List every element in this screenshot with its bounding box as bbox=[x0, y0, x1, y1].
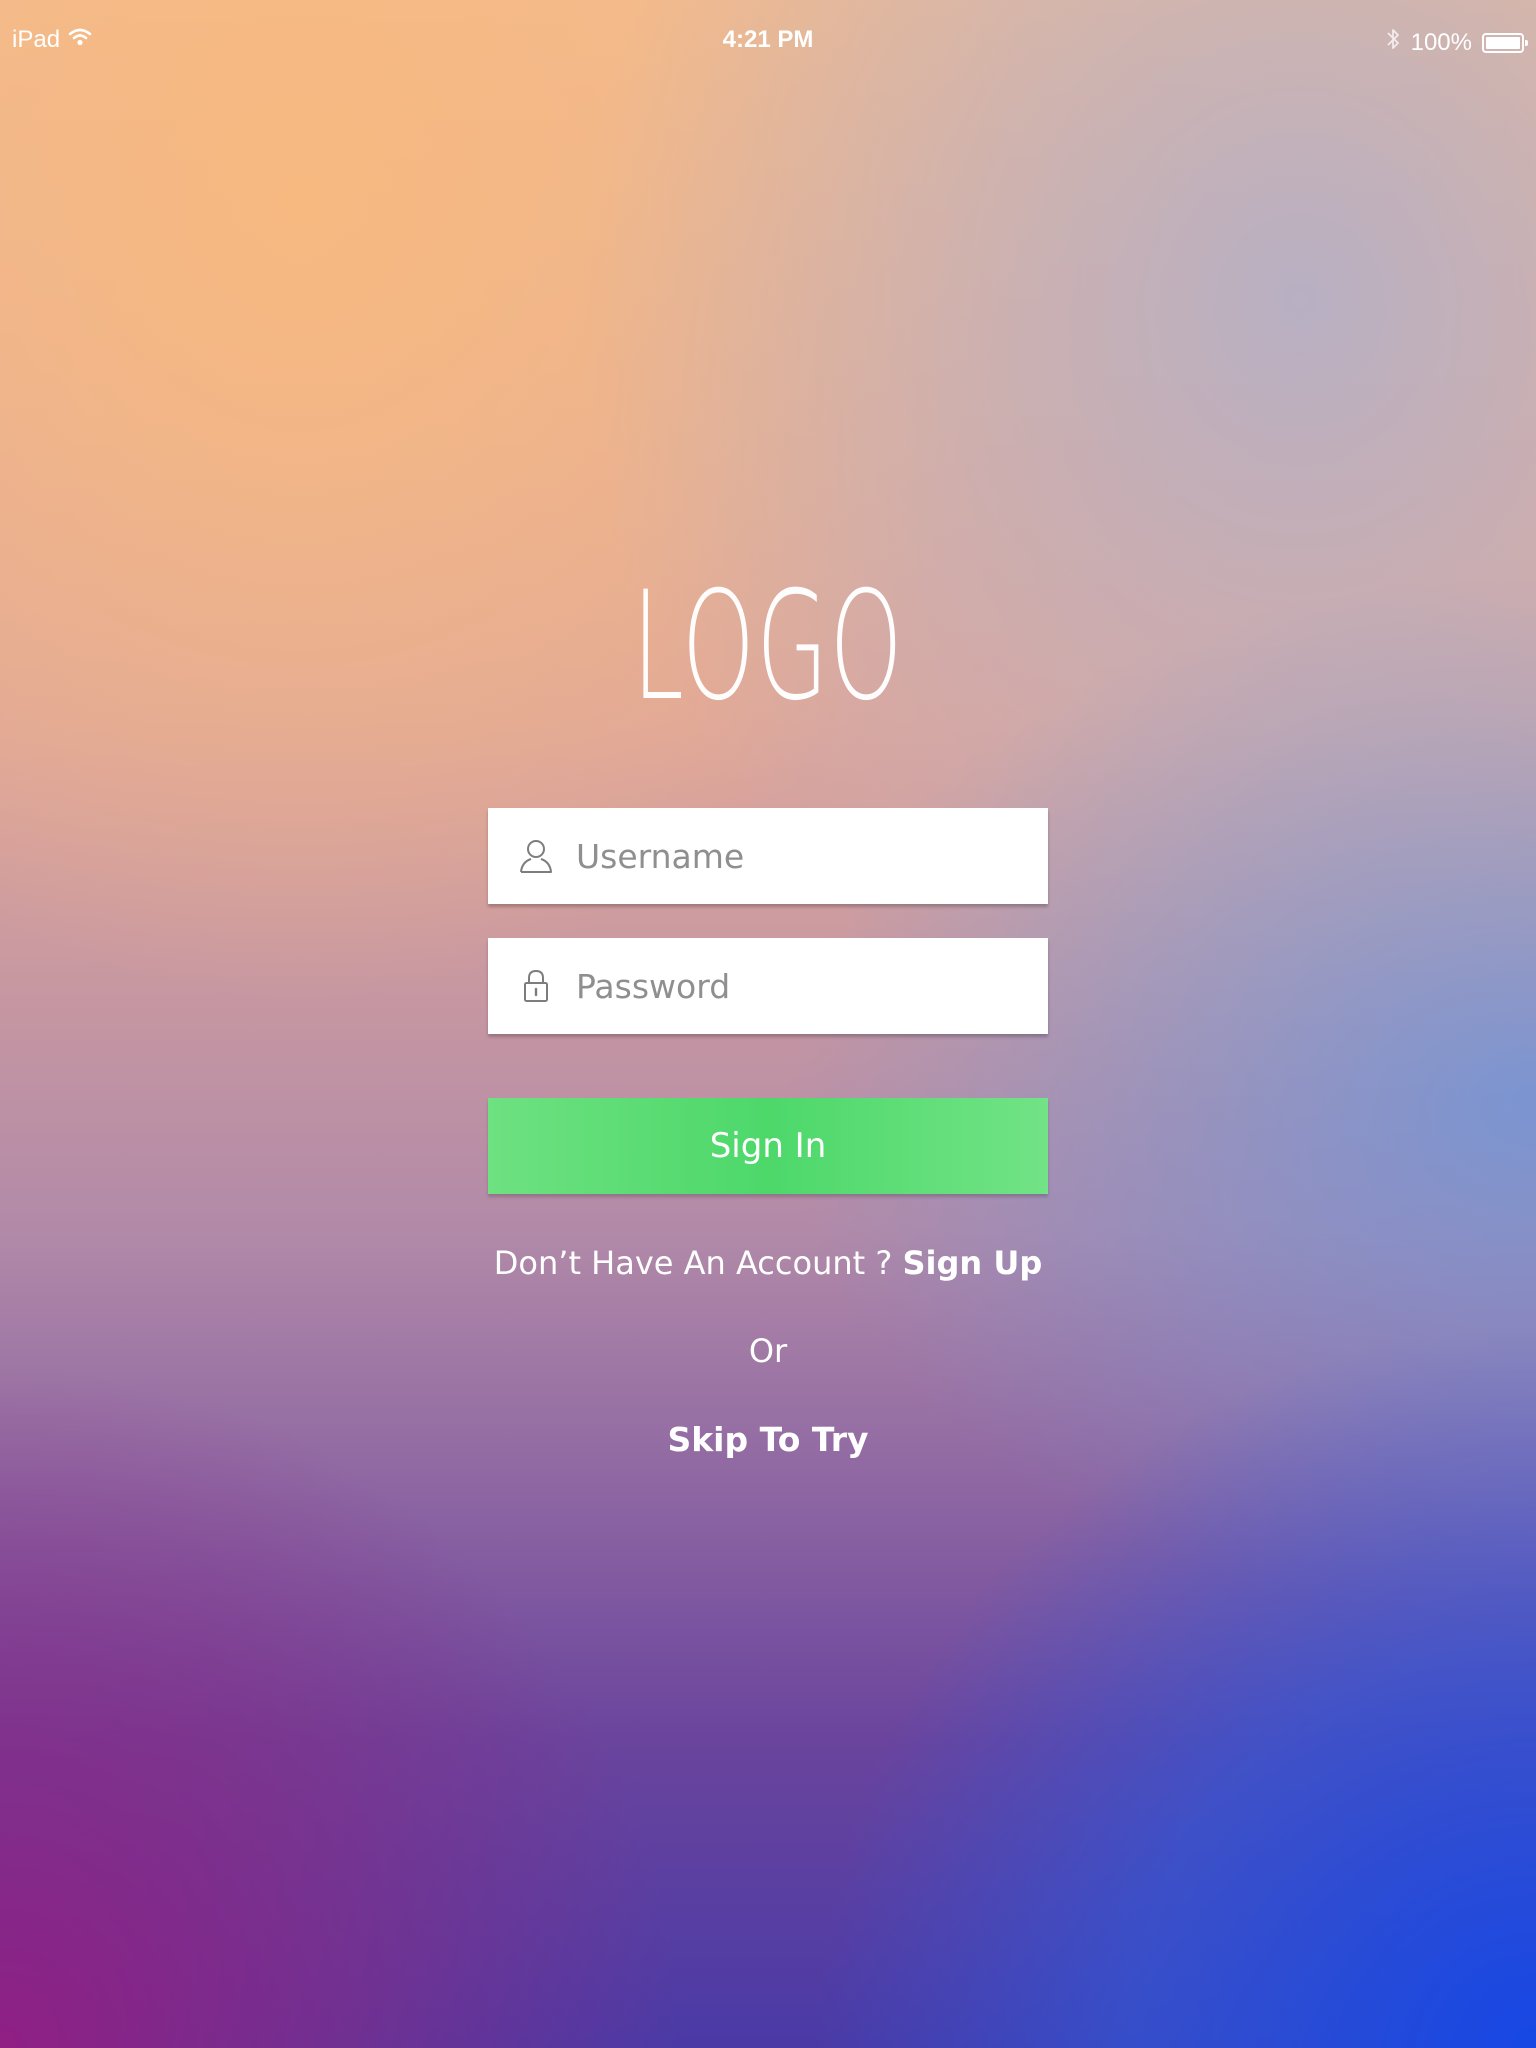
or-separator: Or bbox=[748, 1332, 788, 1370]
battery-percent: 100% bbox=[1410, 28, 1472, 56]
signup-prompt: Don’t Have An Account ? Sign Up bbox=[0, 1244, 1536, 1282]
sign-up-link[interactable]: Sign Up bbox=[903, 1244, 1043, 1282]
app-logo: LOGO bbox=[632, 560, 904, 734]
battery-icon bbox=[1482, 32, 1528, 53]
user-icon bbox=[518, 836, 554, 876]
password-field[interactable] bbox=[488, 938, 1048, 1034]
bluetooth-icon bbox=[1385, 26, 1401, 59]
status-right: 100% bbox=[1385, 26, 1528, 59]
skip-to-try-link[interactable]: Skip To Try bbox=[667, 1420, 868, 1459]
sign-in-label: Sign In bbox=[709, 1126, 827, 1166]
password-input[interactable] bbox=[576, 966, 1016, 1006]
status-time: 4:21 PM bbox=[722, 26, 814, 53]
username-field[interactable] bbox=[488, 808, 1048, 904]
skip-container: Skip To Try bbox=[0, 1420, 1536, 1459]
status-bar: iPad 4:21 PM 100% bbox=[0, 0, 1536, 80]
lock-icon bbox=[518, 966, 554, 1006]
signup-prompt-text: Don’t Have An Account ? bbox=[493, 1244, 903, 1282]
username-input[interactable] bbox=[576, 836, 1016, 876]
sign-in-button[interactable]: Sign In bbox=[488, 1098, 1048, 1194]
